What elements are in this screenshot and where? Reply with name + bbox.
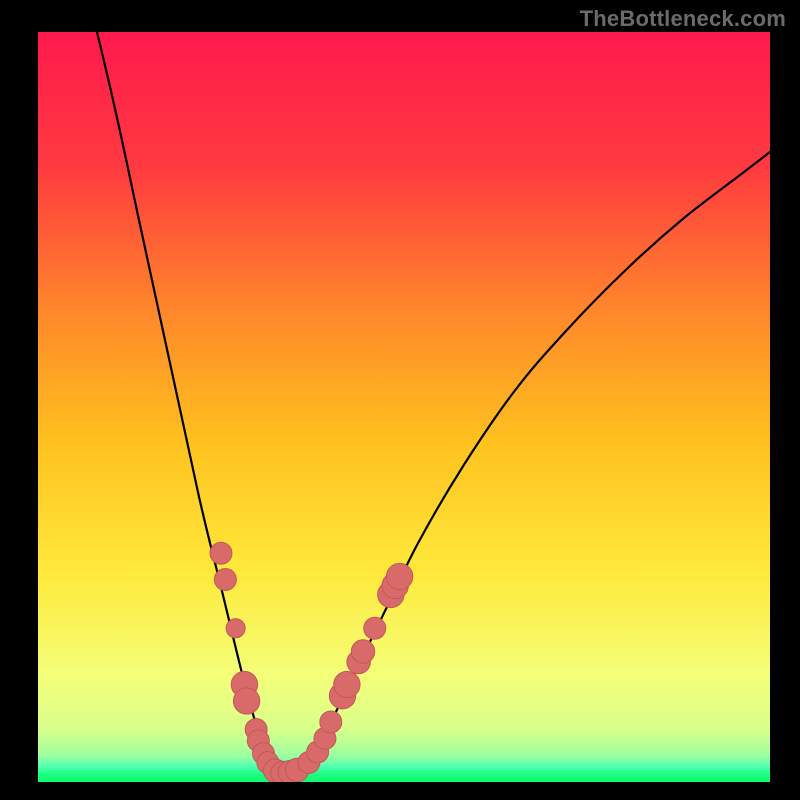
curve-marker xyxy=(386,563,412,589)
curve-marker xyxy=(351,640,374,663)
curve-marker xyxy=(320,711,342,733)
chart-stage: TheBottleneck.com xyxy=(0,0,800,800)
curve-marker xyxy=(334,671,360,697)
curve-marker xyxy=(364,617,386,639)
curve-marker xyxy=(210,542,232,564)
chart-svg xyxy=(0,0,800,800)
plot-background xyxy=(38,32,770,782)
curve-marker xyxy=(233,688,259,714)
watermark-text: TheBottleneck.com xyxy=(580,6,786,32)
curve-marker xyxy=(226,619,245,638)
curve-marker xyxy=(214,569,236,591)
